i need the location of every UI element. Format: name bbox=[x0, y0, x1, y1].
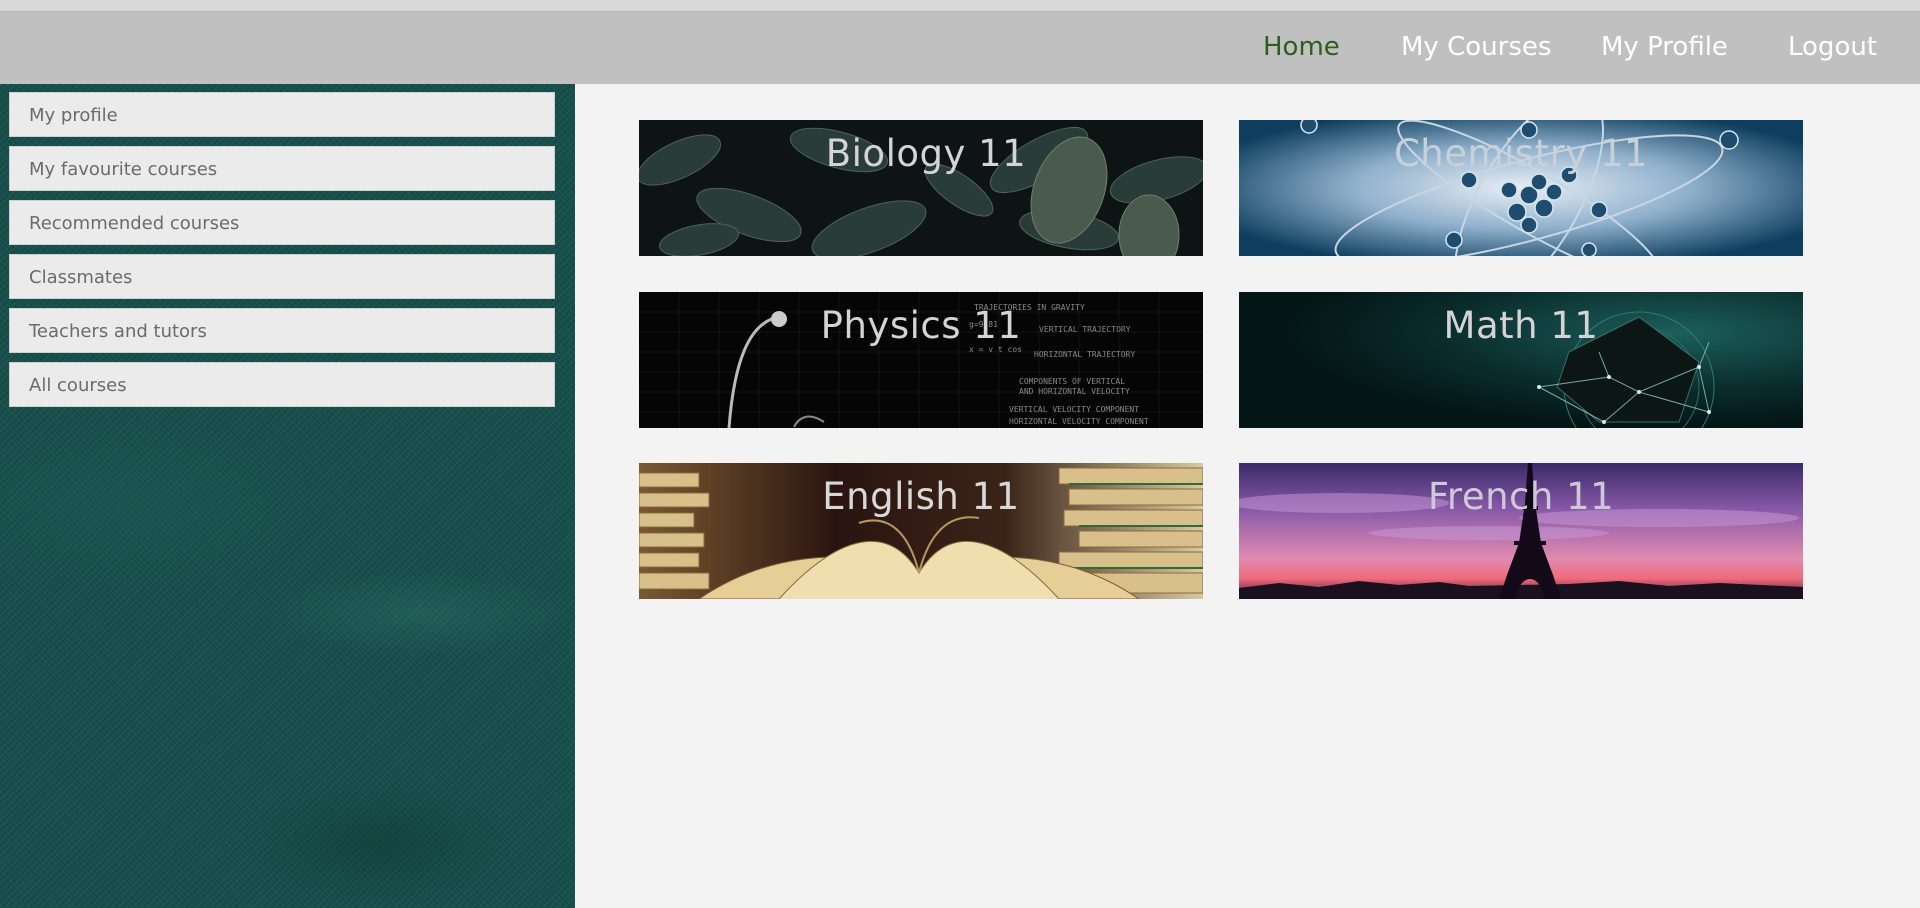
sidebar-item-my-profile[interactable]: My profile bbox=[9, 92, 555, 137]
sidebar-item-recommended-courses[interactable]: Recommended courses bbox=[9, 200, 555, 245]
sidebar-item-classmates[interactable]: Classmates bbox=[9, 254, 555, 299]
sidebar-item-all-courses[interactable]: All courses bbox=[9, 362, 555, 407]
svg-text:HORIZONTAL TRAJECTORY: HORIZONTAL TRAJECTORY bbox=[1034, 350, 1135, 359]
top-navbar: Home My Courses My Profile Logout bbox=[0, 12, 1920, 84]
course-title: Math 11 bbox=[1443, 304, 1599, 347]
sidebar-item-favourite-courses[interactable]: My favourite courses bbox=[9, 146, 555, 191]
browser-edge bbox=[0, 0, 1920, 12]
course-card-chemistry[interactable]: Chemistry 11 bbox=[1239, 120, 1803, 256]
course-card-biology[interactable]: Biology 11 bbox=[639, 120, 1203, 256]
sidebar-item-teachers-tutors[interactable]: Teachers and tutors bbox=[9, 308, 555, 353]
sidebar: My profile My favourite courses Recommen… bbox=[0, 84, 575, 908]
course-card-physics[interactable]: TRAJECTORIES IN GRAVITY VERTICAL TRAJECT… bbox=[639, 292, 1203, 428]
nav-logout-link[interactable]: Logout bbox=[1788, 32, 1877, 62]
course-title: Chemistry 11 bbox=[1393, 132, 1649, 175]
svg-text:COMPONENTS OF VERTICAL: COMPONENTS OF VERTICAL bbox=[1019, 377, 1125, 386]
svg-text:HORIZONTAL VELOCITY COMPONENT: HORIZONTAL VELOCITY COMPONENT bbox=[1009, 417, 1149, 426]
svg-text:AND HORIZONTAL VELOCITY: AND HORIZONTAL VELOCITY bbox=[1019, 387, 1130, 396]
course-card-french[interactable]: French 11 bbox=[1239, 463, 1803, 599]
course-title: French 11 bbox=[1427, 475, 1615, 518]
course-card-english[interactable]: English 11 bbox=[639, 463, 1203, 599]
nav-home-link[interactable]: Home bbox=[1263, 32, 1340, 62]
course-title: Biology 11 bbox=[825, 132, 1027, 175]
course-card-math[interactable]: Math 11 bbox=[1239, 292, 1803, 428]
course-title: English 11 bbox=[822, 475, 1020, 518]
nav-my-profile-link[interactable]: My Profile bbox=[1601, 32, 1728, 62]
nav-my-courses-link[interactable]: My Courses bbox=[1401, 32, 1551, 62]
course-title: Physics 11 bbox=[820, 304, 1022, 347]
svg-text:VERTICAL VELOCITY COMPONENT: VERTICAL VELOCITY COMPONENT bbox=[1009, 405, 1139, 414]
